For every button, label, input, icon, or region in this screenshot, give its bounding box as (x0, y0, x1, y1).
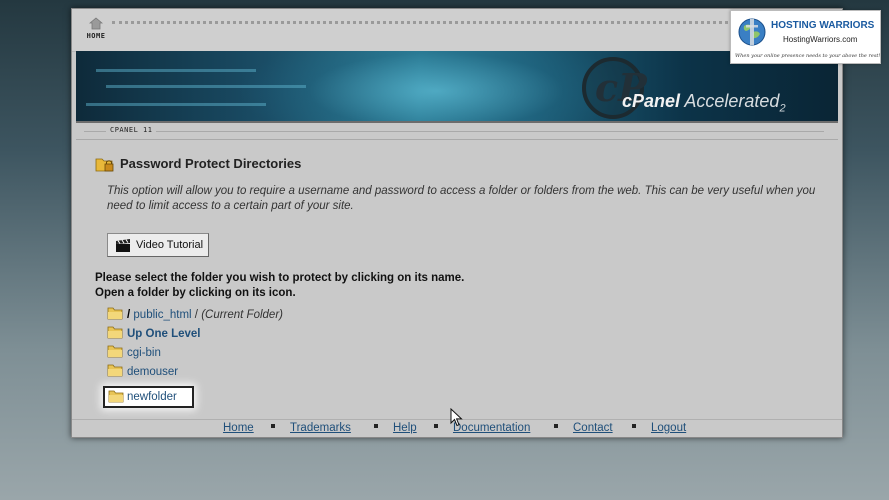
banner-decor (96, 69, 256, 72)
home-nav-button[interactable]: HOME (82, 17, 110, 40)
watermark-name: HOSTING WARRIORS (771, 20, 875, 31)
folder-icon[interactable] (107, 363, 123, 377)
mouse-cursor-icon (450, 408, 463, 427)
folder-icon[interactable] (107, 306, 123, 320)
footer-link-logout[interactable]: Logout (651, 422, 686, 434)
top-navigation: HOME (72, 9, 842, 52)
folder-icon[interactable] (107, 325, 123, 339)
watermark-tagline: When your online presence needs to your … (735, 53, 881, 59)
footer-separator (554, 424, 558, 428)
clapperboard-icon (116, 239, 130, 252)
instruction-line-2: Open a folder by clicking on its icon. (95, 287, 296, 299)
breadcrumb-root[interactable]: / (127, 309, 130, 321)
video-tutorial-label: Video Tutorial (136, 239, 204, 251)
cpanel-banner: cP cPanel Accelerated2 (76, 51, 838, 123)
footer-link-documentation[interactable]: Documentation (453, 422, 530, 434)
page-title: Password Protect Directories (120, 156, 302, 171)
folder-name-up-one-level[interactable]: Up One Level (127, 328, 201, 340)
version-bar: CPANEL 11 (76, 123, 838, 140)
instruction-line-1: Please select the folder you wish to pro… (95, 272, 465, 284)
footer-link-trademarks[interactable]: Trademarks (290, 422, 351, 434)
brand-version: 2 (779, 102, 786, 115)
footer-separator (271, 424, 275, 428)
home-nav-label: HOME (86, 32, 106, 40)
watermark-url: HostingWarriors.com (783, 35, 858, 44)
hosting-warriors-watermark: HOSTING WARRIORS HostingWarriors.com Whe… (730, 10, 881, 64)
instructions: Please select the folder you wish to pro… (95, 271, 464, 301)
locked-folder-icon (95, 158, 114, 172)
home-icon (89, 17, 103, 30)
video-tutorial-button[interactable]: Video Tutorial (107, 233, 209, 257)
current-folder-label: (Current Folder) (201, 309, 283, 321)
page-description: This option will allow you to require a … (107, 185, 816, 212)
version-divider (84, 131, 824, 132)
footer-link-contact[interactable]: Contact (573, 422, 613, 434)
footer-separator (632, 424, 636, 428)
footer-link-help[interactable]: Help (393, 422, 417, 434)
banner-decor (106, 85, 306, 88)
folder-row-newfolder[interactable]: newfolder (103, 386, 194, 408)
footer-link-home[interactable]: Home (223, 422, 254, 434)
banner-decor (86, 103, 266, 106)
footer-separator (374, 424, 378, 428)
folder-name-demouser[interactable]: demouser (127, 366, 178, 378)
nav-divider (112, 21, 752, 24)
brand-main: cPanel (622, 91, 681, 111)
cpanel-brand-text: cPanel Accelerated2 (622, 91, 786, 115)
footer-separator (434, 424, 438, 428)
folder-name-newfolder[interactable]: newfolder (127, 391, 177, 403)
folder-icon[interactable] (108, 389, 124, 403)
brand-accent: Accelerated (684, 91, 780, 111)
folder-name-cgi-bin[interactable]: cgi-bin (127, 347, 161, 359)
cpanel-window: HOME cP cPanel Accelerated2 CPANEL 11 Pa… (71, 8, 843, 438)
folder-icon[interactable] (107, 344, 123, 358)
globe-icon (738, 18, 766, 46)
version-label: CPANEL 11 (106, 126, 157, 134)
breadcrumb-public-html[interactable]: public_html (133, 309, 191, 321)
breadcrumb-separator: / (194, 309, 198, 321)
